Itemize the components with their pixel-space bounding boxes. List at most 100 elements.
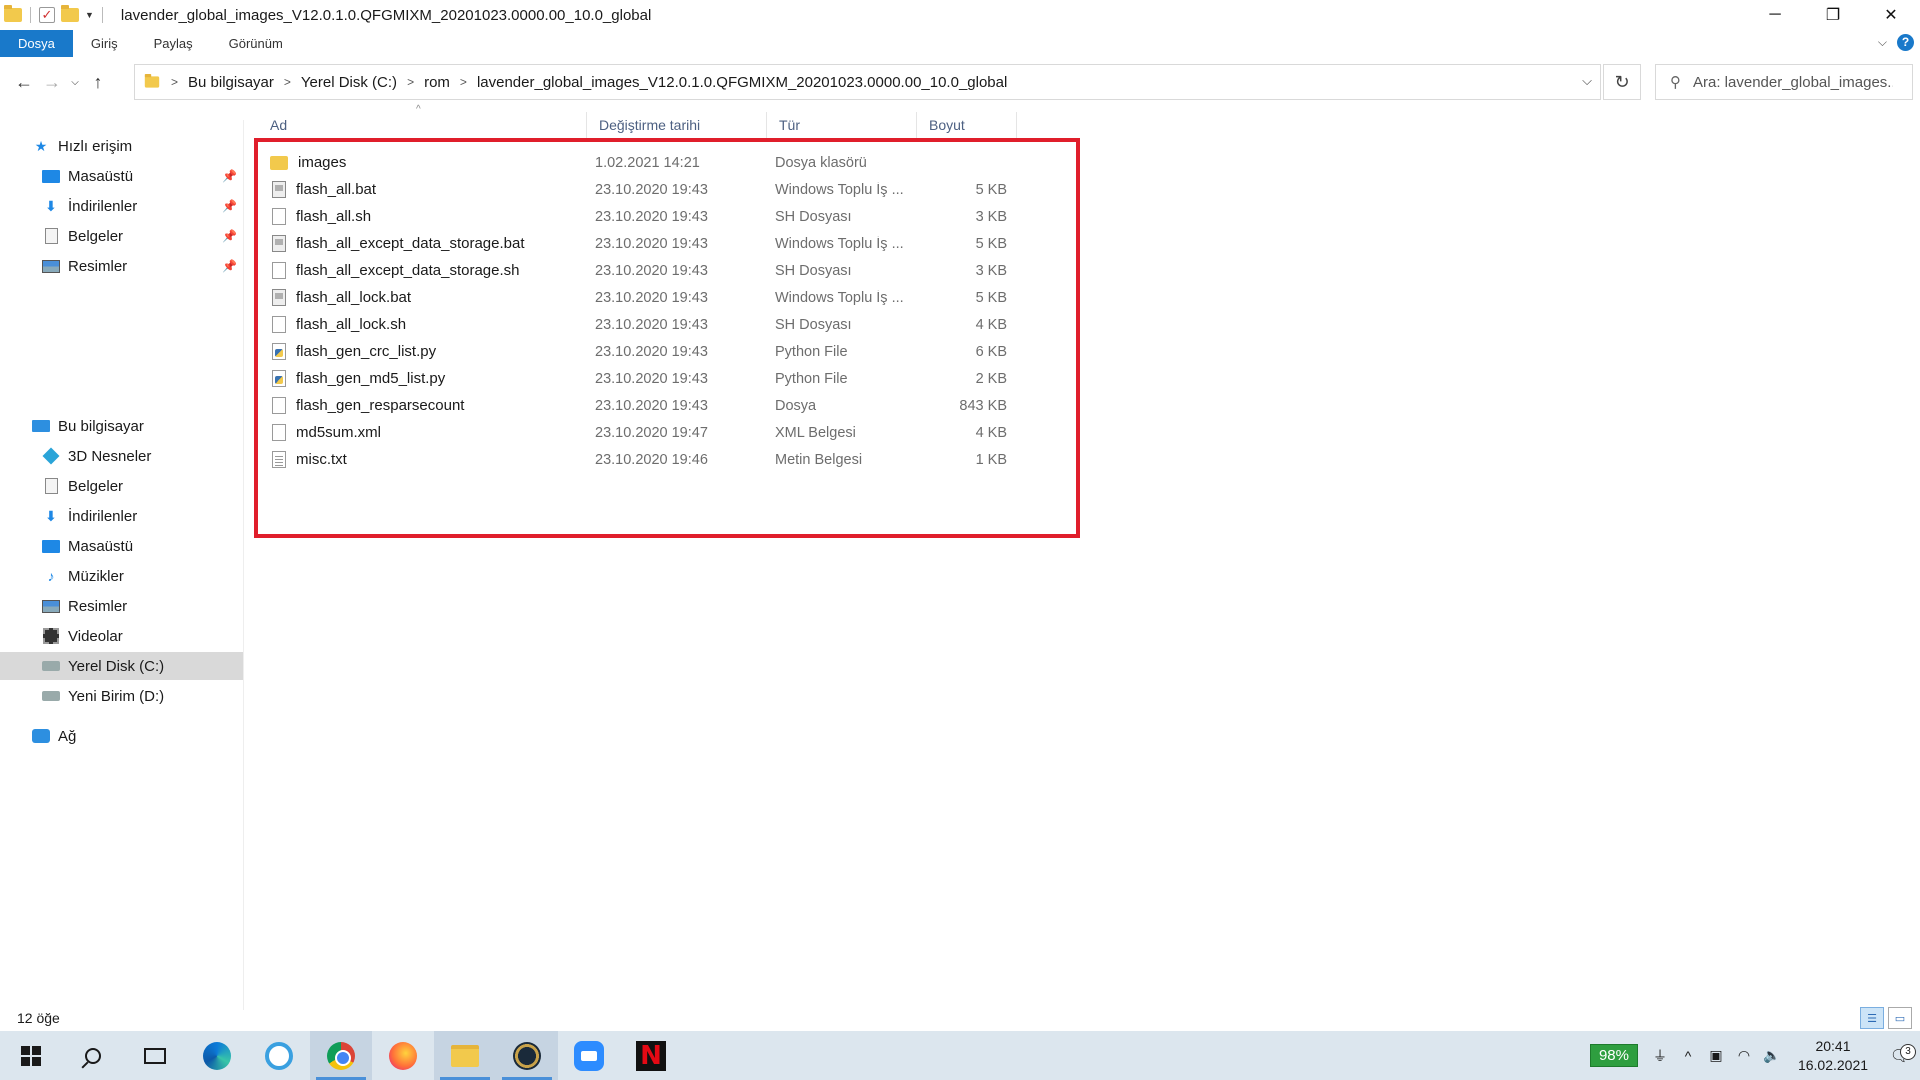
breadcrumb: > Bu bilgisayar > Yerel Disk (C:) > rom … xyxy=(161,74,1007,91)
show-hidden-icons-chevron-icon[interactable]: ^ xyxy=(1674,1048,1702,1064)
breadcrumb-current-folder[interactable]: lavender_global_images_V12.0.1.0.QFGMIXM… xyxy=(477,74,1007,91)
sidebar-item-new-volume-d[interactable]: Yeni Birim (D:) xyxy=(0,682,243,710)
power-plug-icon[interactable]: ⏚ xyxy=(1646,1046,1674,1066)
task-view-button[interactable] xyxy=(124,1031,186,1080)
up-arrow-icon[interactable]: ↑ xyxy=(84,67,112,97)
sidebar-item-3d-objects[interactable]: 3D Nesneler xyxy=(0,442,243,470)
quick-access-toolbar: ✓ ▼ xyxy=(0,0,105,30)
sidebar-item-network[interactable]: Ağ xyxy=(0,722,243,750)
customize-dropdown-icon[interactable]: ▼ xyxy=(85,10,94,20)
document-icon xyxy=(44,478,58,494)
breadcrumb-local-disk[interactable]: Yerel Disk (C:) xyxy=(301,74,397,91)
tab-dosya[interactable]: Dosya xyxy=(0,30,73,57)
edge-taskbar-button[interactable] xyxy=(186,1031,248,1080)
tab-paylas[interactable]: Paylaş xyxy=(136,30,211,57)
file-explorer-taskbar-button[interactable] xyxy=(434,1031,496,1080)
sidebar-item-desktop-quick[interactable]: Masaüstü 📌 xyxy=(0,162,243,190)
folder-icon xyxy=(144,74,160,88)
sidebar-item-local-disk-c[interactable]: Yerel Disk (C:) xyxy=(0,652,243,680)
recent-locations-chevron-icon[interactable]: ⌵ xyxy=(66,67,84,97)
chevron-right-icon[interactable]: > xyxy=(460,75,467,89)
large-icons-view-icon[interactable]: ▭ xyxy=(1888,1007,1912,1029)
firefox-taskbar-button[interactable] xyxy=(372,1031,434,1080)
zoom-taskbar-button[interactable] xyxy=(558,1031,620,1080)
maximize-button[interactable]: ❐ xyxy=(1804,0,1862,30)
pin-icon[interactable]: 📌 xyxy=(222,259,237,273)
tab-giris[interactable]: Giriş xyxy=(73,30,136,57)
sidebar-item-label: Videolar xyxy=(68,627,123,645)
back-arrow-icon[interactable]: ← xyxy=(10,67,38,97)
battery-indicator[interactable]: 98% xyxy=(1589,1044,1638,1067)
search-icon xyxy=(85,1047,101,1064)
pictures-icon xyxy=(42,259,60,273)
search-button[interactable] xyxy=(62,1031,124,1080)
column-header-name[interactable]: Ad ^ xyxy=(258,104,587,138)
minimize-button[interactable]: ─ xyxy=(1746,0,1804,30)
chevron-right-icon[interactable]: > xyxy=(171,75,178,89)
wifi-icon[interactable]: ◠ xyxy=(1730,1047,1758,1064)
league-of-legends-taskbar-button[interactable] xyxy=(496,1031,558,1080)
chrome-taskbar-button[interactable] xyxy=(310,1031,372,1080)
navigation-bar: ← → ⌵ ↑ > Bu bilgisayar > Yerel Disk (C:… xyxy=(0,60,1920,104)
new-folder-icon[interactable] xyxy=(61,5,79,22)
ribbon-right: ⌵ ? xyxy=(1878,34,1914,51)
action-center-button[interactable]: 🗨 3 xyxy=(1880,1043,1920,1066)
sidebar-item-videos[interactable]: Videolar xyxy=(0,622,243,650)
sidebar-item-documents[interactable]: Belgeler xyxy=(0,472,243,500)
ie-taskbar-button[interactable] xyxy=(248,1031,310,1080)
search-box[interactable]: ⚲ xyxy=(1655,64,1913,100)
clock[interactable]: 20:41 16.02.2021 xyxy=(1786,1037,1880,1075)
sidebar-item-downloads[interactable]: ⬇ İndirilenler xyxy=(0,502,243,530)
start-button[interactable] xyxy=(0,1031,62,1080)
refresh-button[interactable]: ↻ xyxy=(1603,64,1641,100)
breadcrumb-this-pc[interactable]: Bu bilgisayar xyxy=(188,74,274,91)
taskbar: N 98% ⏚ ^ ▣ ◠ 🔈 20:41 16.02.2021 🗨 3 xyxy=(0,1031,1920,1080)
help-icon[interactable]: ? xyxy=(1897,34,1914,51)
sidebar-item-downloads-quick[interactable]: ⬇ İndirilenler 📌 xyxy=(0,192,243,220)
column-header-size[interactable]: Boyut xyxy=(917,112,1017,138)
device-icon[interactable]: ▣ xyxy=(1702,1047,1730,1064)
sidebar-item-this-pc[interactable]: Bu bilgisayar xyxy=(0,412,243,440)
film-icon xyxy=(43,628,59,644)
close-button[interactable]: ✕ xyxy=(1862,0,1920,30)
sidebar-item-label: Resimler xyxy=(68,257,128,275)
task-view-icon xyxy=(144,1047,166,1064)
toolbar-separator xyxy=(30,7,31,23)
sidebar-item-pictures[interactable]: Resimler xyxy=(0,592,243,620)
sidebar-item-documents-quick[interactable]: Belgeler 📌 xyxy=(0,222,243,250)
drive-icon xyxy=(42,661,60,671)
sidebar-item-pictures-quick[interactable]: Resimler 📌 xyxy=(0,252,243,280)
address-dropdown-icon[interactable]: ⌵ xyxy=(1582,73,1592,89)
sidebar-item-label: Belgeler xyxy=(68,227,124,245)
sidebar-item-label: Bu bilgisayar xyxy=(58,417,144,435)
league-of-legends-icon xyxy=(513,1041,541,1070)
search-input[interactable] xyxy=(1693,73,1893,91)
pin-icon[interactable]: 📌 xyxy=(222,199,237,213)
properties-icon[interactable]: ✓ xyxy=(39,7,55,23)
details-view-icon[interactable]: ☰ xyxy=(1860,1007,1884,1029)
chrome-icon xyxy=(327,1041,355,1070)
firefox-icon xyxy=(389,1041,417,1070)
file-explorer-icon xyxy=(451,1044,479,1067)
edge-icon xyxy=(203,1041,231,1070)
address-bar[interactable]: > Bu bilgisayar > Yerel Disk (C:) > rom … xyxy=(134,64,1601,100)
internet-explorer-icon xyxy=(265,1041,293,1070)
pin-icon[interactable]: 📌 xyxy=(222,169,237,183)
column-header-type[interactable]: Tür xyxy=(767,112,917,138)
column-header-date[interactable]: Değiştirme tarihi xyxy=(587,112,767,138)
expand-ribbon-icon[interactable]: ⌵ xyxy=(1878,35,1887,50)
sidebar-item-label: Hızlı erişim xyxy=(58,137,133,155)
chevron-right-icon[interactable]: > xyxy=(407,75,414,89)
speaker-icon[interactable]: 🔈 xyxy=(1758,1047,1786,1064)
forward-arrow-icon[interactable]: → xyxy=(38,67,66,97)
sidebar-item-label: İndirilenler xyxy=(68,197,138,215)
tab-gorunum[interactable]: Görünüm xyxy=(211,30,301,57)
breadcrumb-rom[interactable]: rom xyxy=(424,74,450,91)
chevron-right-icon[interactable]: > xyxy=(284,75,291,89)
sidebar-item-music[interactable]: ♪ Müzikler xyxy=(0,562,243,590)
netflix-icon: N xyxy=(636,1040,666,1071)
sidebar-item-quick-access[interactable]: ★ Hızlı erişim xyxy=(0,132,243,160)
sidebar-item-desktop[interactable]: Masaüstü xyxy=(0,532,243,560)
netflix-taskbar-button[interactable]: N xyxy=(620,1031,682,1080)
pin-icon[interactable]: 📌 xyxy=(222,229,237,243)
